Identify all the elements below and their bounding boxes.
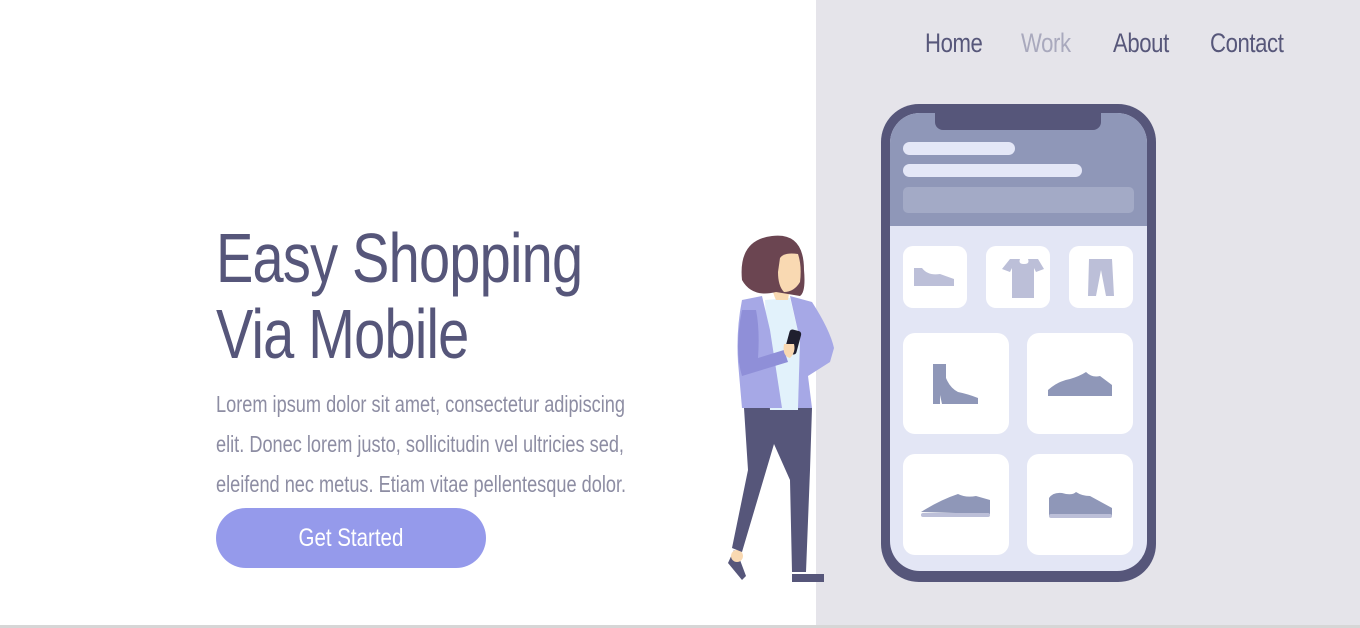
phone-illustration — [881, 104, 1156, 582]
hero-title-line-2: Via Mobile — [216, 295, 469, 373]
hero-description-line-1: Lorem ipsum dolor sit amet, consectetur … — [216, 391, 626, 417]
hero-title: Easy Shopping Via Mobile — [216, 219, 583, 373]
hero-description-line-3: eleifend nec metus. Etiam vitae pellente… — [216, 471, 627, 497]
hero-title-line-1: Easy Shopping — [216, 219, 583, 297]
nav-home[interactable]: Home — [925, 28, 983, 59]
get-started-button[interactable]: Get Started — [216, 508, 486, 568]
hero-description: Lorem ipsum dolor sit amet, consectetur … — [216, 384, 682, 504]
nav-about[interactable]: About — [1113, 28, 1169, 59]
hero-description-line-2: elit. Donec lorem justo, sollicitudin ve… — [216, 431, 624, 457]
get-started-label: Get Started — [298, 523, 404, 552]
main-nav: Home Work About Contact — [0, 28, 1360, 68]
nav-contact[interactable]: Contact — [1210, 28, 1284, 59]
shopping-illustration — [728, 104, 1156, 582]
woman-illustration — [728, 235, 834, 582]
nav-work[interactable]: Work — [1021, 28, 1071, 59]
